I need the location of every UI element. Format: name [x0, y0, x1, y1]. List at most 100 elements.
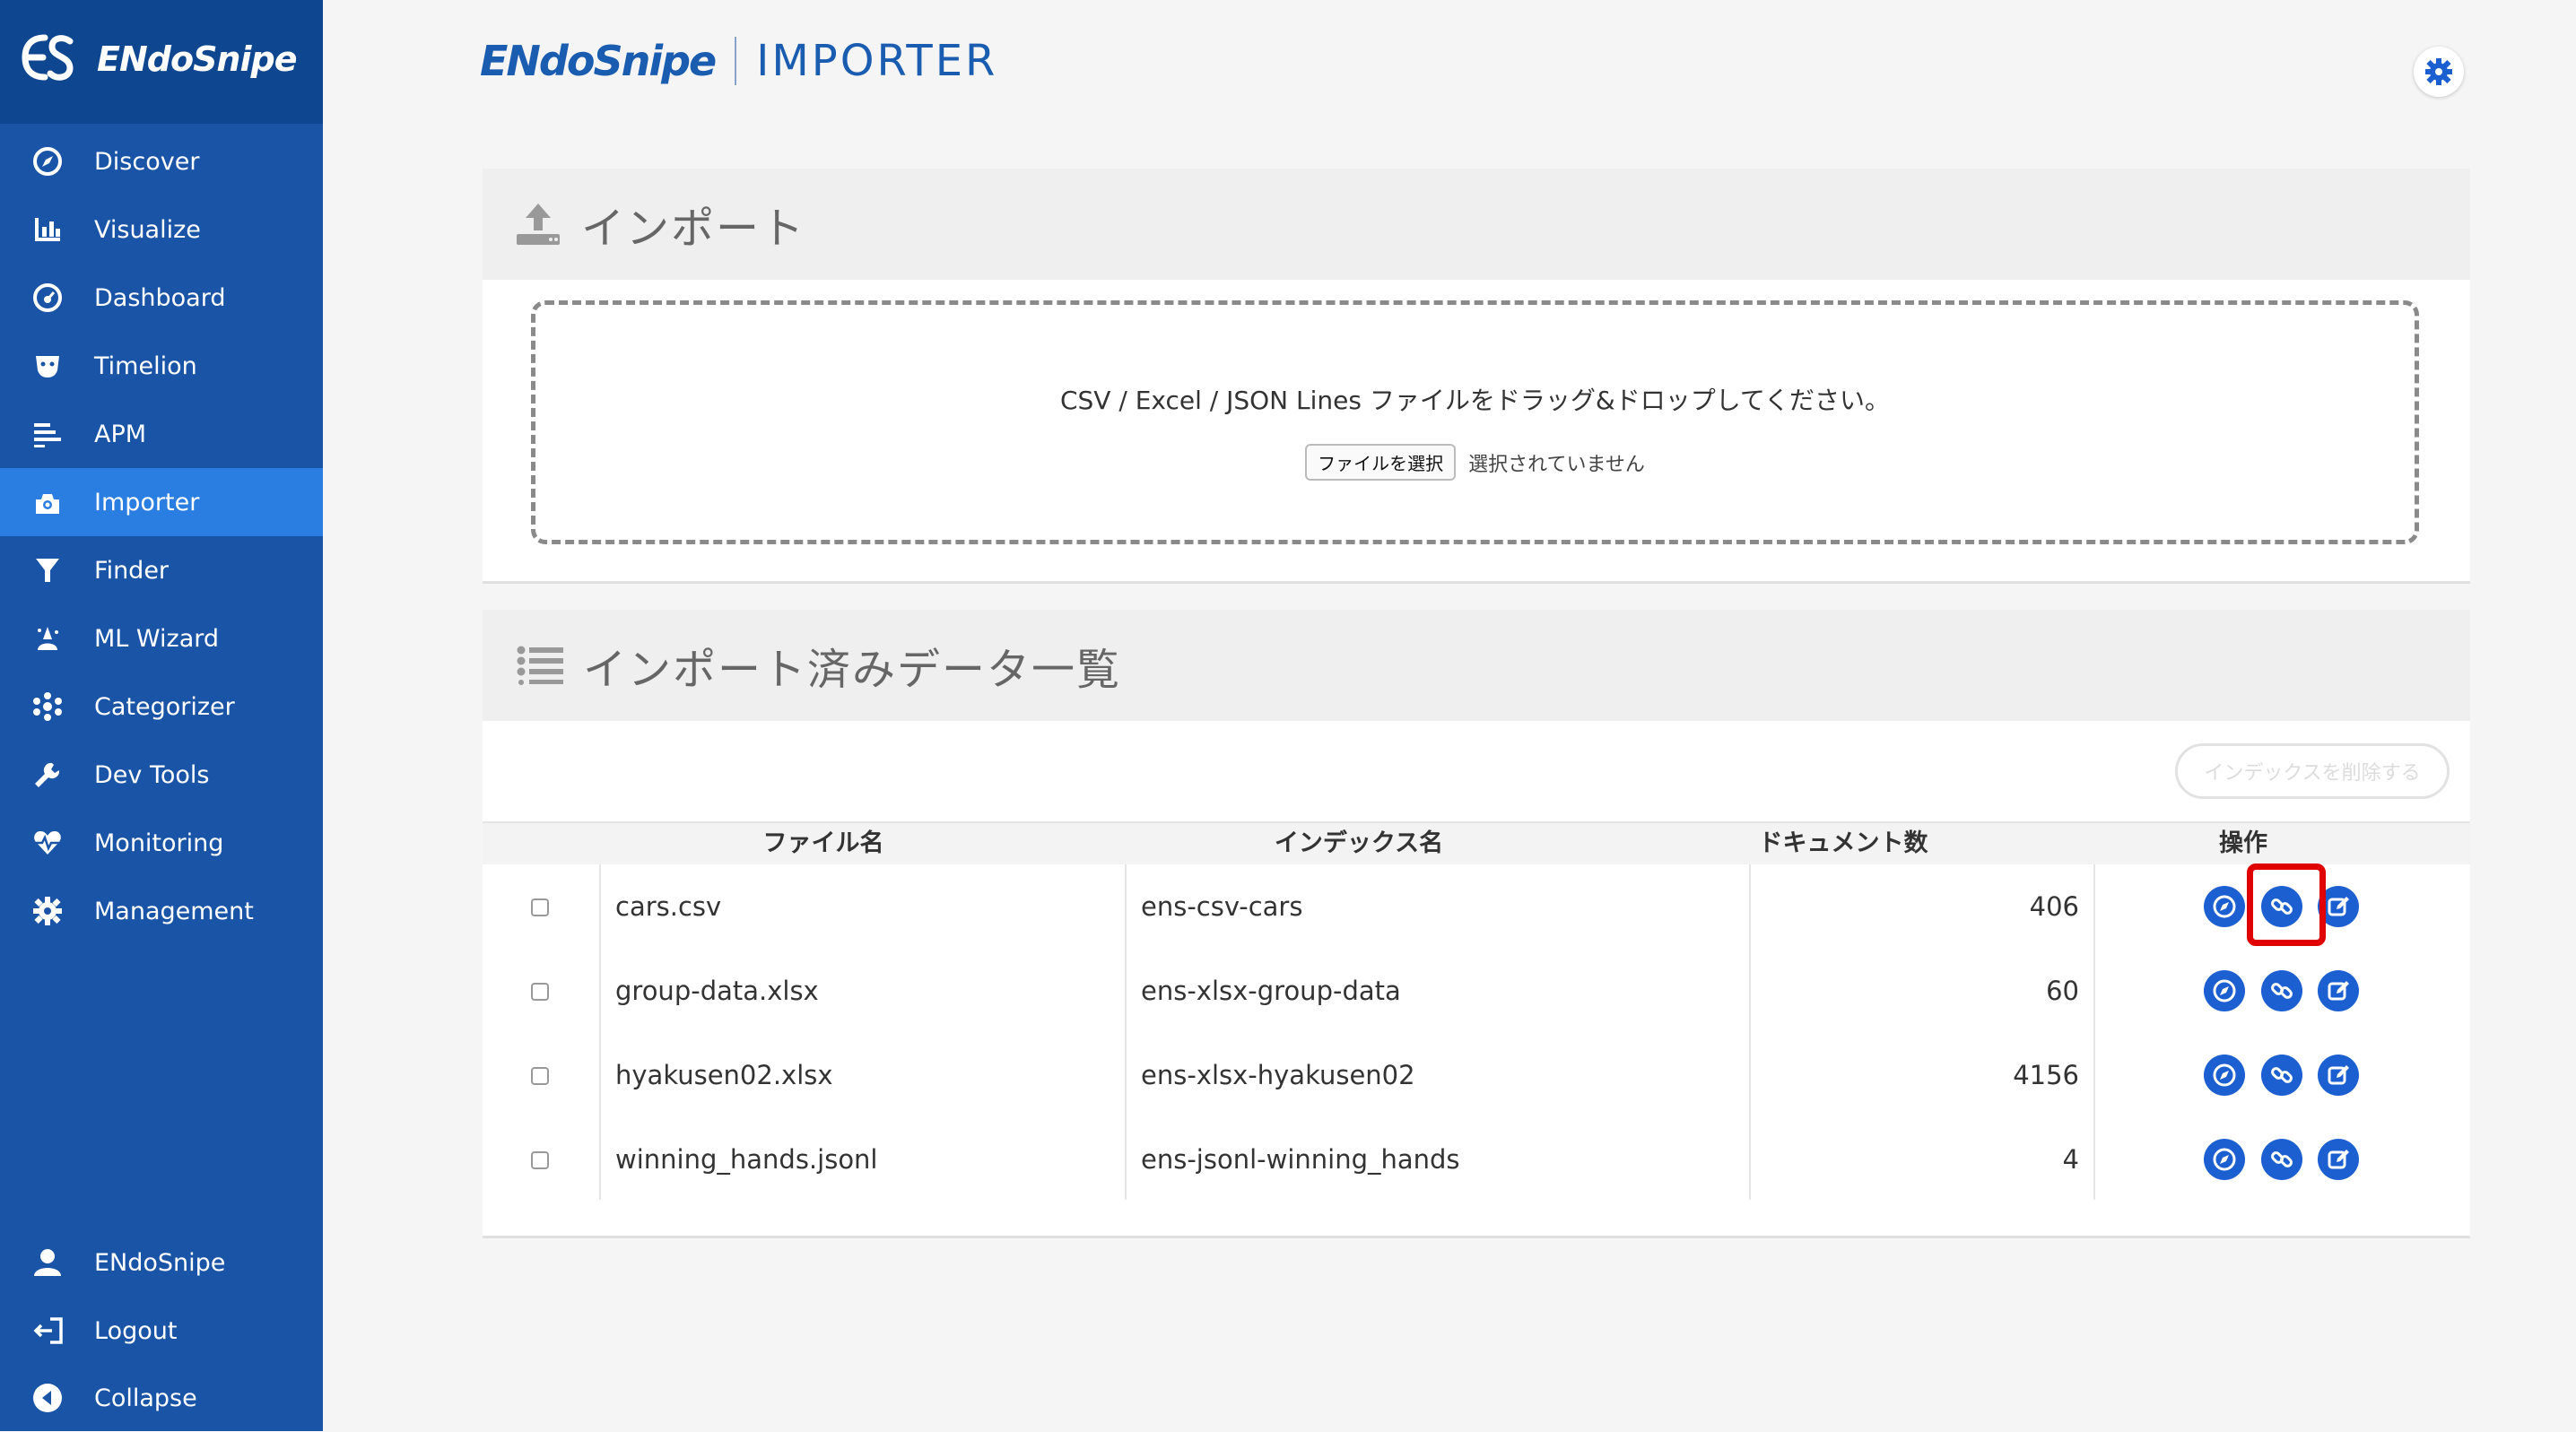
sidebar-item-importer[interactable]: Importer: [0, 468, 323, 536]
import-section-header: インポート: [483, 169, 2470, 280]
filter-icon: [30, 553, 65, 587]
heartbeat-icon: [30, 826, 65, 860]
discover-button[interactable]: [2204, 970, 2245, 1011]
column-header-file[interactable]: ファイル名: [601, 823, 1046, 864]
row-checkbox[interactable]: [531, 898, 549, 916]
edit-button[interactable]: [2318, 970, 2359, 1011]
bar-chart-icon: [30, 213, 65, 247]
sidebar-item-label: Management: [94, 897, 254, 925]
list-toolbar: [483, 721, 2470, 821]
sidebar-item-label: Dashboard: [94, 283, 226, 312]
compass-icon: [2213, 1148, 2236, 1171]
list-card-footer: [483, 1200, 2470, 1238]
logo-divider: [735, 37, 737, 85]
apm-icon: [30, 417, 65, 451]
sidebar-item-label: Collapse: [94, 1384, 197, 1412]
sidebar-item-user[interactable]: ENdoSnipe: [0, 1228, 323, 1297]
brand-logo-icon: [22, 34, 74, 81]
sidebar-item-label: ML Wizard: [94, 624, 220, 653]
doc-count-cell: 60: [1749, 949, 2093, 1033]
ml-wizard-icon: [30, 621, 65, 655]
table-row: group-data.xlsx ens-xlsx-group-data 60: [483, 949, 2470, 1035]
column-header-index[interactable]: インデックス名: [1048, 823, 1670, 864]
file-name-cell: winning_hands.jsonl: [599, 1117, 1125, 1202]
sidebar-item-label: Finder: [94, 556, 170, 585]
list-section-header: インポート済みデータ一覧: [483, 610, 2470, 721]
compass-icon: [2213, 895, 2236, 918]
sidebar-item-discover[interactable]: Discover: [0, 127, 323, 195]
table-row: hyakusen02.xlsx ens-xlsx-hyakusen02 4156: [483, 1033, 2470, 1119]
sidebar: ENdoSnipe Discover Visualize Dashboard T…: [0, 0, 323, 1431]
discover-button[interactable]: [2204, 1139, 2245, 1180]
sidebar-item-dashboard[interactable]: Dashboard: [0, 264, 323, 332]
sidebar-item-dev-tools[interactable]: Dev Tools: [0, 741, 323, 809]
edit-button[interactable]: [2318, 1054, 2359, 1096]
sidebar-item-monitoring[interactable]: Monitoring: [0, 809, 323, 877]
sidebar-item-finder[interactable]: Finder: [0, 536, 323, 604]
sidebar-brand[interactable]: ENdoSnipe: [0, 0, 323, 124]
doc-count-cell: 4: [1749, 1117, 2093, 1202]
sidebar-item-visualize[interactable]: Visualize: [0, 195, 323, 264]
brand-name: ENdoSnipe: [97, 39, 297, 79]
index-name-cell: ens-csv-cars: [1125, 864, 1749, 949]
doc-count-cell: 406: [1749, 864, 2093, 949]
timelion-icon: [30, 349, 65, 383]
sidebar-item-label: Visualize: [94, 215, 201, 244]
index-name-cell: ens-xlsx-hyakusen02: [1125, 1033, 1749, 1117]
importer-icon: [30, 485, 65, 519]
file-name-cell: hyakusen02.xlsx: [599, 1033, 1125, 1117]
column-header-actions: 操作: [2219, 829, 2267, 857]
file-picker: ファイルを選択 選択されていません: [535, 444, 2415, 481]
app-logo-endosnipe: ENdoSnipe: [480, 37, 717, 85]
file-dropzone[interactable]: CSV / Excel / JSON Lines ファイルをドラッグ&ドロップし…: [531, 300, 2419, 544]
edit-button[interactable]: [2318, 1139, 2359, 1180]
sidebar-item-label: Importer: [94, 488, 200, 516]
compass-icon: [2213, 979, 2236, 1002]
sidebar-item-label: Categorizer: [94, 692, 235, 721]
sidebar-item-collapse[interactable]: Collapse: [0, 1364, 323, 1432]
link-button[interactable]: [2261, 1054, 2302, 1096]
table-header: ファイル名 インデックス名 ドキュメント数 操作: [483, 821, 2470, 866]
dashboard-icon: [30, 281, 65, 315]
sidebar-item-label: Discover: [94, 147, 200, 176]
discover-button[interactable]: [2204, 886, 2245, 927]
gear-icon: [2425, 58, 2452, 85]
sidebar-item-ml-wizard[interactable]: ML Wizard: [0, 604, 323, 673]
index-name-cell: ens-jsonl-winning_hands: [1125, 1117, 1749, 1202]
edit-icon: [2328, 897, 2349, 916]
sidebar-item-timelion[interactable]: Timelion: [0, 332, 323, 400]
sidebar-item-label: APM: [94, 420, 147, 448]
row-checkbox[interactable]: [531, 1067, 549, 1085]
logout-icon: [30, 1314, 65, 1348]
highlight-box: [2247, 864, 2326, 946]
link-icon: [2271, 983, 2293, 999]
row-checkbox[interactable]: [531, 1151, 549, 1169]
discover-button[interactable]: [2204, 1054, 2245, 1096]
sidebar-item-categorizer[interactable]: Categorizer: [0, 673, 323, 741]
row-checkbox[interactable]: [531, 983, 549, 1001]
sidebar-item-label: Logout: [94, 1316, 178, 1345]
settings-button[interactable]: [2414, 47, 2464, 97]
gear-icon: [30, 894, 65, 928]
user-icon: [30, 1245, 65, 1280]
column-header-docs[interactable]: ドキュメント数: [1672, 823, 2015, 864]
compass-icon: [30, 144, 65, 178]
doc-count-cell: 4156: [1749, 1033, 2093, 1117]
categorizer-icon: [30, 690, 65, 724]
link-button[interactable]: [2261, 970, 2302, 1011]
collapse-icon: [30, 1381, 65, 1415]
sidebar-item-management[interactable]: Management: [0, 877, 323, 945]
sidebar-item-label: Monitoring: [94, 829, 224, 857]
compass-icon: [2213, 1063, 2236, 1087]
edit-icon: [2328, 1065, 2349, 1085]
link-icon: [2271, 1067, 2293, 1083]
delete-index-button[interactable]: インデックスを削除する: [2175, 743, 2450, 799]
link-button[interactable]: [2261, 1139, 2302, 1180]
upload-icon: [517, 204, 560, 245]
file-status: 選択されていません: [1468, 453, 1645, 476]
file-name-cell: cars.csv: [599, 864, 1125, 949]
choose-file-button[interactable]: ファイルを選択: [1305, 444, 1457, 481]
sidebar-item-label: ENdoSnipe: [94, 1248, 226, 1277]
sidebar-item-logout[interactable]: Logout: [0, 1297, 323, 1365]
sidebar-item-apm[interactable]: APM: [0, 400, 323, 468]
